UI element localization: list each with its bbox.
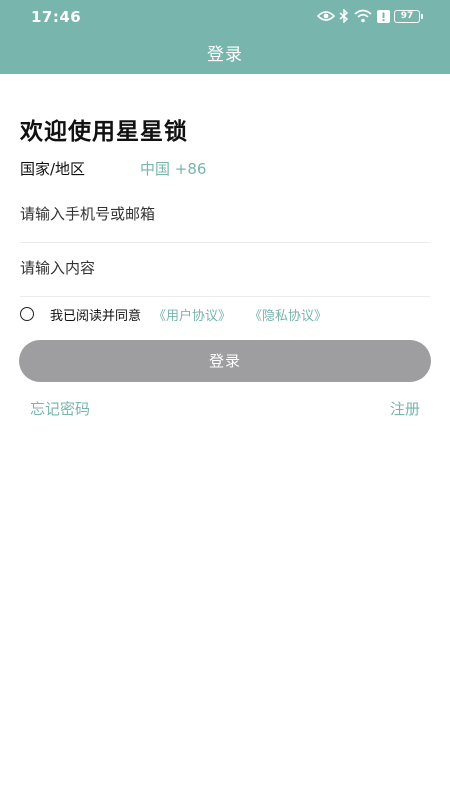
wifi-icon — [354, 9, 372, 23]
region-value[interactable]: 中国 +86 — [140, 158, 206, 179]
status-bar: 17:46 97 — [0, 0, 450, 32]
page-title: 登录 — [207, 45, 243, 65]
password-input[interactable] — [20, 259, 430, 277]
agree-text: 我已阅读并同意 — [50, 308, 142, 324]
alert-icon — [377, 9, 390, 23]
app-header: 17:46 97 登录 — [0, 0, 450, 74]
user-agreement-link[interactable]: 《用户协议》 — [153, 305, 231, 324]
agreement-row: 我已阅读并同意 《用户协议》 《隐私协议》 — [20, 304, 327, 324]
status-time: 17:46 — [31, 8, 82, 26]
login-button[interactable]: 登录 — [19, 340, 431, 382]
privacy-policy-link[interactable]: 《隐私协议》 — [249, 305, 327, 324]
status-icons: 97 — [317, 8, 423, 24]
password-field — [20, 254, 430, 297]
forgot-password-link[interactable]: 忘记密码 — [30, 398, 90, 419]
region-selector[interactable]: 国家/地区 中国 +86 — [20, 158, 430, 182]
region-label: 国家/地区 — [20, 160, 86, 178]
account-input[interactable] — [20, 205, 430, 223]
battery-icon: 97 — [394, 9, 423, 23]
register-link[interactable]: 注册 — [390, 398, 420, 419]
eye-icon — [317, 11, 335, 21]
bluetooth-icon — [339, 9, 349, 23]
account-field — [20, 200, 430, 243]
agree-radio[interactable] — [20, 307, 34, 321]
welcome-heading: 欢迎使用星星锁 — [20, 119, 188, 145]
